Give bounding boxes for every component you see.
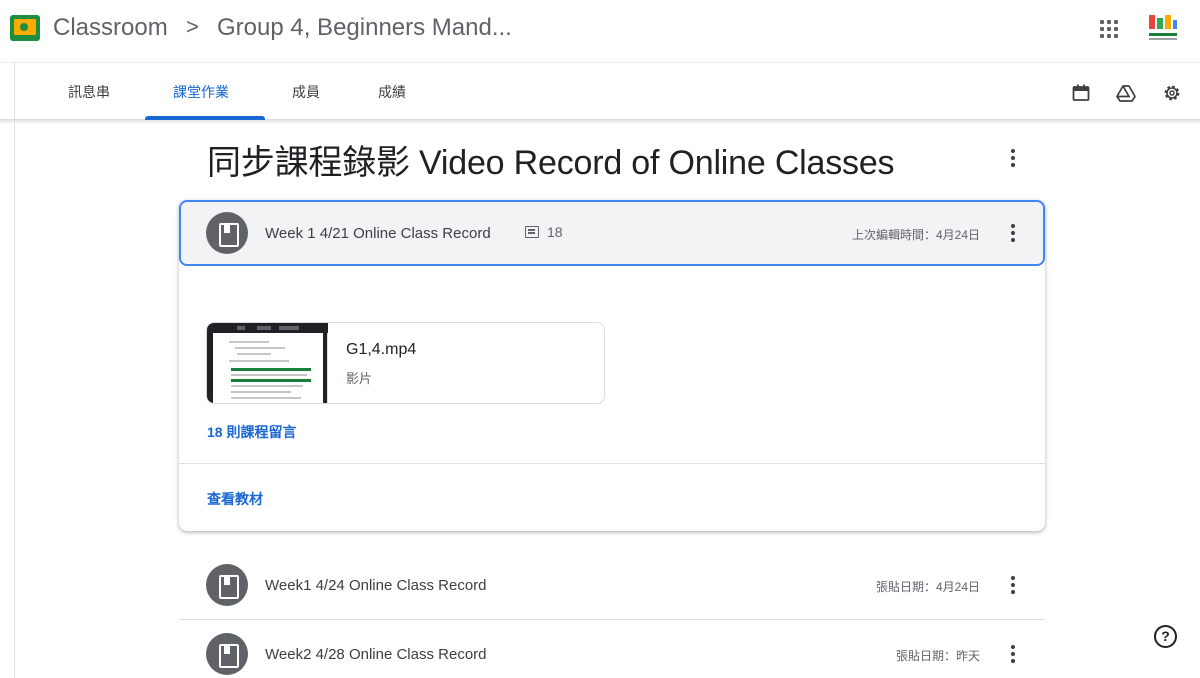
video-attachment[interactable]: G1,4.mp4 影片 <box>206 322 605 404</box>
class-comments-link[interactable]: 18 則課程留言 <box>207 422 296 442</box>
topic-more-options-icon[interactable] <box>1003 146 1023 170</box>
tab-bar: 訊息串 課堂作業 成員 成績 <box>0 62 1200 120</box>
settings-icon[interactable] <box>1162 83 1182 103</box>
attachment-type: 影片 <box>346 371 373 386</box>
material-more-options-icon[interactable] <box>1003 573 1023 597</box>
breadcrumb-separator: > <box>186 14 199 39</box>
tab-stream[interactable]: 訊息串 <box>68 63 110 120</box>
google-apps-icon[interactable] <box>1098 18 1120 40</box>
comment-icon <box>525 226 539 238</box>
video-thumbnail <box>207 323 328 403</box>
navigation-rail <box>0 62 15 678</box>
tab-people[interactable]: 成員 <box>292 63 320 120</box>
material-edit-time: 上次編輯時間：4月24日 <box>851 228 980 242</box>
comment-count: 18 <box>547 224 563 240</box>
class-title[interactable]: Group 4, Beginners Mand... <box>217 14 512 42</box>
app-title[interactable]: Classroom <box>53 14 168 42</box>
card-divider <box>179 463 1045 464</box>
attachment-name: G1,4.mp4 <box>346 341 417 358</box>
material-more-options-icon[interactable] <box>1003 221 1023 245</box>
material-icon <box>206 564 248 606</box>
material-title[interactable]: Week2 4/28 Online Class Record <box>265 646 487 663</box>
calendar-icon[interactable] <box>1071 83 1091 103</box>
material-post-date: 張貼日期：昨天 <box>895 649 980 663</box>
material-icon <box>206 212 248 254</box>
material-title[interactable]: Week1 4/24 Online Class Record <box>265 577 487 594</box>
row-divider <box>179 619 1045 620</box>
tab-classwork[interactable]: 課堂作業 <box>173 63 229 120</box>
tab-grades[interactable]: 成績 <box>378 63 406 120</box>
material-post-date: 張貼日期：4月24日 <box>875 580 980 594</box>
active-tab-indicator <box>145 116 265 120</box>
material-icon <box>206 633 248 675</box>
topic-title: 同步課程錄影 Video Record of Online Classes <box>207 144 895 182</box>
classroom-logo-icon[interactable] <box>10 15 40 41</box>
drive-icon[interactable] <box>1116 83 1136 103</box>
help-icon[interactable]: ? <box>1154 625 1177 648</box>
view-material-link[interactable]: 查看教材 <box>207 489 263 509</box>
material-title[interactable]: Week 1 4/21 Online Class Record <box>265 225 491 242</box>
avatar[interactable] <box>1146 12 1180 44</box>
app-bar: Classroom > Group 4, Beginners Mand... <box>0 0 1200 62</box>
material-more-options-icon[interactable] <box>1003 642 1023 666</box>
